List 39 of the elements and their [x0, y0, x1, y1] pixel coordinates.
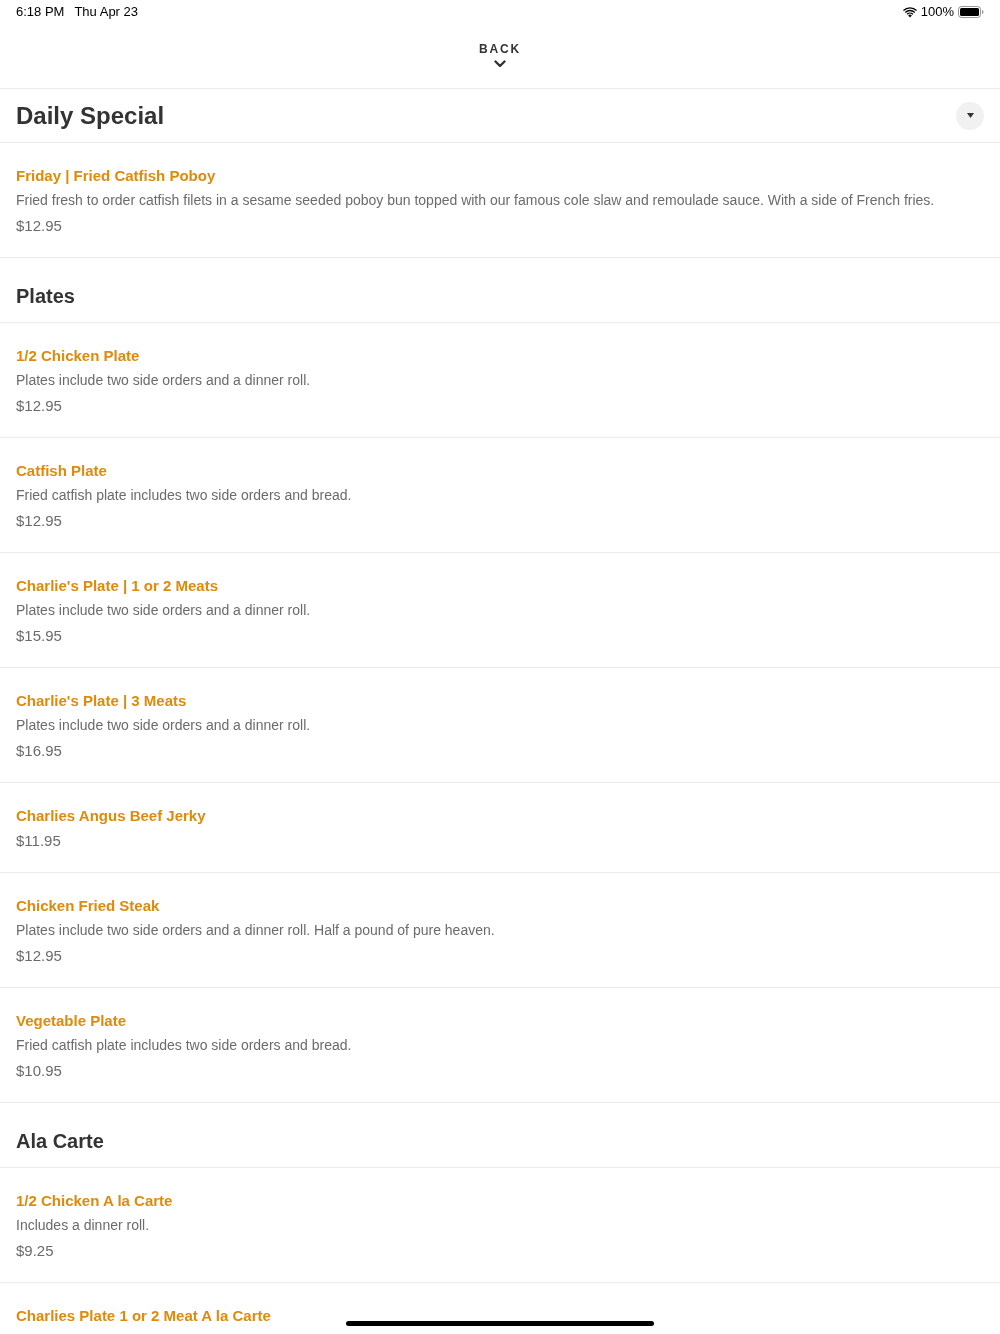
item-price: $12.95	[16, 946, 62, 966]
item-price: $15.95	[16, 626, 62, 646]
item-name: Charlie's Plate | 3 Meats	[16, 691, 187, 711]
status-date: Thu Apr 23	[74, 3, 139, 22]
battery-percentage: 100%	[920, 3, 954, 22]
status-time: 6:18 PM	[16, 3, 65, 22]
item-name: 1/2 Chicken A la Carte	[16, 1191, 173, 1211]
item-price: $12.95	[16, 396, 62, 416]
section-title: Ala Carte	[16, 1129, 104, 1154]
item-description: Fried catfish plate includes two side orders and bread.	[16, 486, 352, 505]
item-name: Catfish Plate	[16, 461, 107, 481]
item-description: Plates include two side orders and a dinner roll.	[16, 716, 311, 735]
item-name: Vegetable Plate	[16, 1011, 127, 1031]
item-price: $12.95	[16, 511, 62, 531]
item-price: $12.95	[16, 216, 62, 236]
item-description: Fried fresh to order catfish filets in a sesame seeded poboy bun topped with our famous cole slaw and remoulade sauce. With a side of French fries.	[16, 191, 935, 210]
item-description: Fried catfish plate includes two side orders and bread.	[16, 1036, 352, 1055]
item-description: Plates include two side orders and a dinner roll.	[16, 601, 311, 620]
item-name: Charlies Angus Beef Jerky	[16, 806, 206, 826]
item-name: Charlie's Plate | 1 or 2 Meats	[16, 576, 219, 596]
item-name: Friday | Fried Catfish Poboy	[16, 166, 216, 186]
chevron-down-icon	[494, 60, 506, 68]
item-description: Plates include two side orders and a dinner roll.	[16, 371, 311, 390]
item-name: 1/2 Chicken Plate	[16, 346, 140, 366]
section-title: Daily Special	[16, 100, 165, 131]
section-title: Plates	[16, 284, 75, 309]
item-description: Plates include two side orders and a dinner roll. Half a pound of pure heaven.	[16, 921, 495, 940]
item-price: $16.95	[16, 741, 62, 761]
battery-icon	[958, 6, 984, 18]
item-price: $9.25	[16, 1241, 54, 1261]
item-name: Chicken Fried Steak	[16, 896, 160, 916]
collapse-toggle-button[interactable]	[956, 101, 984, 130]
back-button[interactable]: BACK	[479, 24, 521, 68]
item-name: Charlies Plate 1 or 2 Meat A la Carte	[16, 1306, 271, 1326]
wifi-icon	[902, 6, 917, 18]
caret-down-icon	[966, 113, 974, 118]
item-price: $10.95	[16, 1061, 62, 1081]
item-description: Includes a dinner roll.	[16, 1216, 150, 1235]
item-price: $11.95	[16, 831, 61, 851]
